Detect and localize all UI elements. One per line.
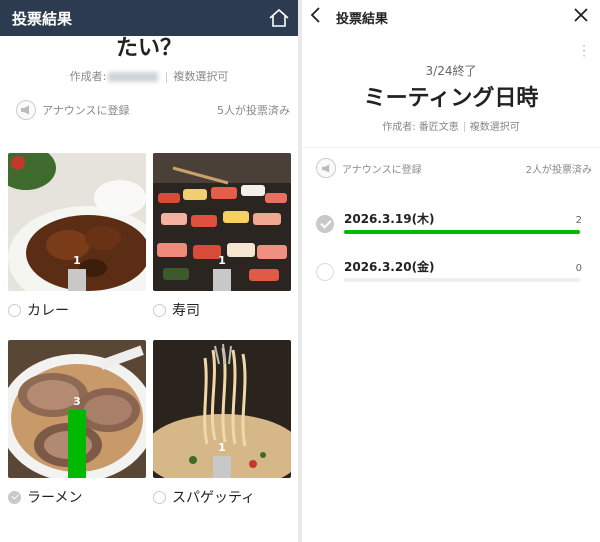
option-row[interactable]: 2026.3.19(木) 2 [316,210,590,240]
vote-count: 1 [73,254,81,267]
radio-button[interactable] [153,303,166,317]
option-ramen[interactable]: ラーメン [8,487,82,507]
multi-select-label: 複数選択可 [469,122,520,133]
right-screen: 投票結果 · · · 3/24終了 ミーティング日時 作成者: 番匠文恵 複数選択可 … [302,0,600,542]
progress-fill [344,230,580,234]
divider [166,71,168,83]
option-row[interactable]: 2026.3.20(金) 0 [316,258,590,288]
author-label: 作成者: [69,70,107,83]
option-label: スパゲッティ [172,490,256,506]
option-label: 2026.3.20(金) [344,260,435,274]
announce-button[interactable]: アナウンスに登録 [16,100,130,120]
option-label: 寿司 [172,303,200,319]
vote-bar [213,269,231,291]
radio-button-checked[interactable] [316,215,334,233]
poll-question: たい？ [115,36,182,61]
more-vertical-icon[interactable]: · · · [582,40,586,62]
progress-track [344,278,580,282]
megaphone-icon [316,158,336,178]
progress-track [344,230,580,234]
voted-count: 2人が投票済み [525,165,592,176]
option-label: カレー [27,303,69,319]
back-icon[interactable] [310,7,322,23]
poll-question: ミーティング日時 [363,86,539,111]
voted-count: 5人が投票済み [217,104,290,117]
option-image-curry[interactable]: 1 [8,153,146,291]
divider [463,122,465,132]
header-title: 投票結果 [12,10,73,28]
home-icon[interactable] [268,8,290,28]
vote-bar [213,456,231,478]
section-divider [302,147,600,148]
header-bar: 投票結果 [302,0,600,32]
option-sushi[interactable]: 寿司 [153,300,200,320]
end-date: 3/24終了 [425,64,477,78]
vote-count: 2 [575,215,582,226]
multi-select-label: 複数選択可 [173,70,229,83]
header-title: 投票結果 [336,12,389,27]
vote-bar [68,410,86,478]
left-screen: 投票結果 たい？ 作成者: 複数選択可 アナウンスに登録 5人が投票済み 1 カ… [0,0,298,542]
close-icon[interactable] [574,8,588,22]
radio-button[interactable] [316,263,334,281]
option-label: ラーメン [27,490,83,506]
vote-count: 3 [73,395,81,408]
poll-meta: 作成者: 複数選択可 [0,68,298,84]
poll-meta: 作成者: 番匠文恵 複数選択可 [302,118,600,133]
radio-button-checked[interactable] [8,490,21,504]
announce-label: アナウンスに登録 [42,104,130,117]
option-spaghetti[interactable]: スパゲッティ [153,487,255,507]
author: 作成者: 番匠文恵 [382,122,459,133]
author-name-blurred [108,72,159,82]
option-curry[interactable]: カレー [8,300,69,320]
announce-label: アナウンスに登録 [342,164,422,176]
vote-bar [68,269,86,291]
option-image-ramen[interactable]: 3 [8,340,146,478]
option-image-sushi[interactable]: 1 [153,153,291,291]
vote-count: 0 [575,263,582,274]
radio-button[interactable] [8,303,21,317]
announce-button[interactable]: アナウンスに登録 [316,158,422,178]
megaphone-icon [16,100,36,120]
option-label: 2026.3.19(木) [344,212,435,226]
radio-button[interactable] [153,490,166,504]
vote-count: 1 [218,441,226,454]
option-image-spaghetti[interactable]: 1 [153,340,291,478]
vote-count: 1 [218,254,226,267]
